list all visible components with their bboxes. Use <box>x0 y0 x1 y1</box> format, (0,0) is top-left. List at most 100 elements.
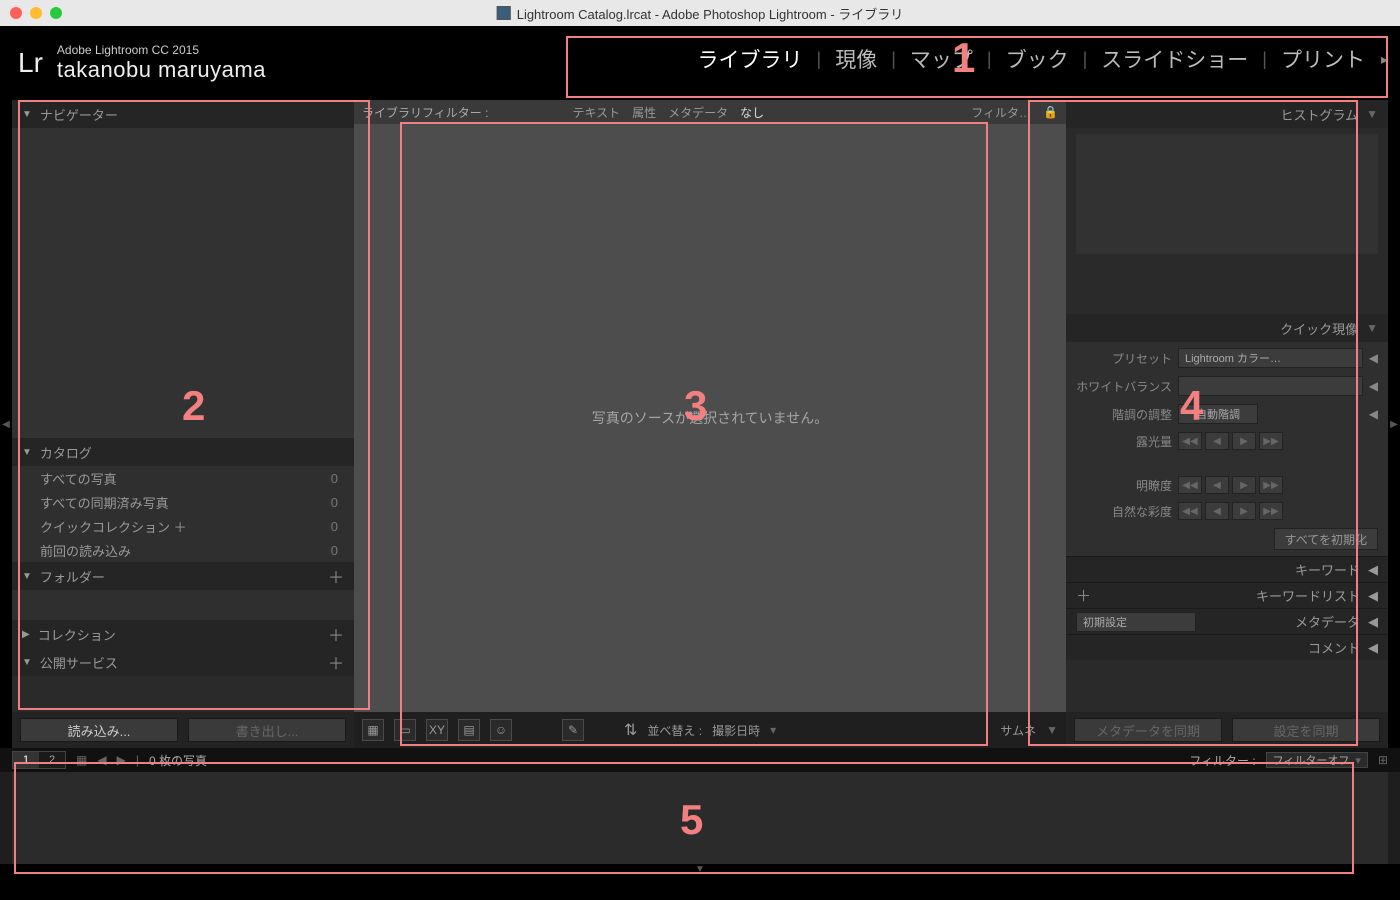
secondary-display-toggle[interactable]: 1 2 <box>12 751 66 769</box>
navigator-title: ナビゲーター <box>40 105 344 124</box>
publish-title: 公開サービス <box>40 653 328 672</box>
survey-view-icon[interactable]: ▤ <box>458 719 480 741</box>
metadata-header[interactable]: 初期設定 メタデータ◀ <box>1066 608 1388 634</box>
clarity-stepper[interactable]: ◀◀◀▶▶▶ <box>1178 476 1283 494</box>
sync-metadata-button[interactable]: メタデータを同期 <box>1074 718 1222 742</box>
painter-tool-icon[interactable]: ✎ <box>562 719 584 741</box>
compare-view-icon[interactable]: XY <box>426 719 448 741</box>
navigator-header[interactable]: ▼ ナビゲーター <box>12 100 354 128</box>
reset-all-button[interactable]: すべてを初期化 <box>1274 528 1378 550</box>
user-name: takanobu maruyama <box>57 57 266 83</box>
photo-count: 0 枚の写真 <box>149 752 207 769</box>
people-view-icon[interactable]: ☺ <box>490 719 512 741</box>
wb-select[interactable] <box>1178 376 1363 396</box>
sort-field[interactable]: 撮影日時 <box>712 722 760 739</box>
histogram-header[interactable]: ヒストグラム ▼ <box>1066 100 1388 128</box>
collapse-icon: ▼ <box>22 657 32 668</box>
product-name: Adobe Lightroom CC 2015 <box>57 43 266 57</box>
filter-preset-menu[interactable]: フィルタ… <box>971 104 1031 121</box>
collapse-icon: ▼ <box>1366 107 1378 121</box>
sync-settings-button[interactable]: 設定を同期 <box>1232 718 1380 742</box>
right-panel-footer: メタデータを同期 設定を同期 <box>1066 712 1388 748</box>
empty-source-message: 写真のソースが選択されていません。 <box>592 408 828 428</box>
filter-lock-icon[interactable]: 🔒 <box>1043 105 1058 119</box>
grid-view-icon[interactable]: ▦ <box>362 719 384 741</box>
quickdev-header[interactable]: クイック現像 ▼ <box>1066 314 1388 342</box>
filter-tab-none[interactable]: なし <box>740 104 764 121</box>
left-edge-toggle[interactable]: ◀ <box>0 100 12 748</box>
quickdev-body: プリセット Lightroom カラー… ◀ ホワイトバランス ◀ 階調の調整 … <box>1066 342 1388 556</box>
auto-tone-button[interactable]: 自動階調 <box>1178 404 1258 424</box>
histogram-well <box>1076 134 1378 254</box>
module-develop[interactable]: 現像 <box>835 44 877 74</box>
disclosure-icon[interactable]: ◀ <box>1369 379 1378 393</box>
app-icon <box>497 6 511 20</box>
module-map[interactable]: マップ <box>910 44 973 74</box>
filter-tab-attribute[interactable]: 属性 <box>632 104 656 121</box>
vibrance-stepper[interactable]: ◀◀◀▶▶▶ <box>1178 502 1283 520</box>
disclosure-icon[interactable]: ◀ <box>1369 407 1378 421</box>
window-close-button[interactable] <box>10 7 22 19</box>
preset-select[interactable]: Lightroom カラー… <box>1178 348 1363 368</box>
collapse-icon: ▼ <box>22 571 32 582</box>
collapse-icon: ▼ <box>1366 321 1378 335</box>
nav-fwd-icon[interactable]: ▶ <box>117 753 126 767</box>
bottom-edge-toggle[interactable]: ▼ <box>0 864 1400 874</box>
toolbar-menu-icon[interactable]: ▼ <box>1046 723 1058 737</box>
collapse-icon: ▼ <box>22 447 32 458</box>
image-canvas: 写真のソースが選択されていません。 <box>354 124 1066 712</box>
loupe-view-icon[interactable]: ▭ <box>394 719 416 741</box>
add-keyword-icon[interactable]: ＋ <box>1076 585 1091 606</box>
sort-direction-icon[interactable]: ⇅ <box>624 720 637 740</box>
catalog-item[interactable]: すべての同期済み写真0 <box>12 490 354 514</box>
left-panel-footer: 読み込み... 書き出し... <box>12 712 354 748</box>
filmstrip[interactable] <box>0 772 1400 864</box>
nav-back-icon[interactable]: ◀ <box>97 753 106 767</box>
catalog-item[interactable]: 前回の読み込み0 <box>12 538 354 562</box>
center-toolbar: ▦ ▭ XY ▤ ☺ ✎ ⇅ 並べ替え : 撮影日時 ▾ サムネ ▼ <box>354 712 1066 748</box>
window-minimize-button[interactable] <box>30 7 42 19</box>
catalog-item[interactable]: すべての写真0 <box>12 466 354 490</box>
mac-titlebar: Lightroom Catalog.lrcat - Adobe Photosho… <box>0 0 1400 26</box>
add-publish-button[interactable]: ＋ <box>328 650 344 674</box>
module-book[interactable]: ブック <box>1006 44 1069 74</box>
right-edge-toggle[interactable]: ▶ <box>1388 100 1400 748</box>
comment-header[interactable]: コメント◀ <box>1066 634 1388 660</box>
work-area: ◀ ▼ ナビゲーター ▼ カタログ すべての写真0 すべての同期済み写真0 クイ… <box>0 100 1400 748</box>
wb-label: ホワイトバランス <box>1076 378 1172 395</box>
preset-label: プリセット <box>1076 350 1172 367</box>
filter-tab-metadata[interactable]: メタデータ <box>668 104 728 121</box>
filmstrip-filter-label: フィルター : <box>1189 752 1255 769</box>
catalog-header[interactable]: ▼ カタログ <box>12 438 354 466</box>
sort-menu-icon[interactable]: ▾ <box>770 723 776 737</box>
collapse-icon: ▼ <box>22 109 32 120</box>
export-button[interactable]: 書き出し... <box>188 718 346 742</box>
keyword-list-header[interactable]: ＋キーワードリスト◀ <box>1066 582 1388 608</box>
metadata-preset-select[interactable]: 初期設定 <box>1076 612 1196 632</box>
library-filter-bar: ライブラリフィルター : テキスト 属性 メタデータ なし フィルタ… 🔒 <box>354 100 1066 124</box>
import-button[interactable]: 読み込み... <box>20 718 178 742</box>
add-folder-button[interactable]: ＋ <box>328 564 344 588</box>
publish-header[interactable]: ▼ 公開サービス ＋ <box>12 648 354 676</box>
keyword-header[interactable]: キーワード◀ <box>1066 556 1388 582</box>
identity-plate: Adobe Lightroom CC 2015 takanobu maruyam… <box>57 43 266 83</box>
filmstrip-filter-select[interactable]: フィルターオフ▾ <box>1266 752 1368 768</box>
catalog-item[interactable]: クイックコレクション ＋0 <box>12 514 354 538</box>
module-library[interactable]: ライブラリ <box>698 44 803 74</box>
module-overflow-icon[interactable]: ▸ <box>1381 51 1388 68</box>
folders-header[interactable]: ▼ フォルダー ＋ <box>12 562 354 590</box>
disclosure-icon[interactable]: ◀ <box>1369 351 1378 365</box>
exposure-stepper[interactable]: ◀◀◀▶▶▶ <box>1178 432 1283 450</box>
center-panel: ライブラリフィルター : テキスト 属性 メタデータ なし フィルタ… 🔒 写真… <box>354 100 1066 748</box>
module-slideshow[interactable]: スライドショー <box>1101 44 1248 74</box>
filter-label: ライブラリフィルター : <box>362 104 488 121</box>
add-collection-button[interactable]: ＋ <box>328 622 344 646</box>
logo-mark: Lr <box>18 47 43 79</box>
module-print[interactable]: プリント <box>1281 44 1365 74</box>
grid-icon[interactable]: ▦ <box>76 753 87 767</box>
exposure-label: 露光量 <box>1076 433 1172 450</box>
filmstrip-switch-icon[interactable]: ⊞ <box>1378 753 1388 767</box>
collections-header[interactable]: ▶ コレクション ＋ <box>12 620 354 648</box>
window-zoom-button[interactable] <box>50 7 62 19</box>
filter-tab-text[interactable]: テキスト <box>572 104 620 121</box>
